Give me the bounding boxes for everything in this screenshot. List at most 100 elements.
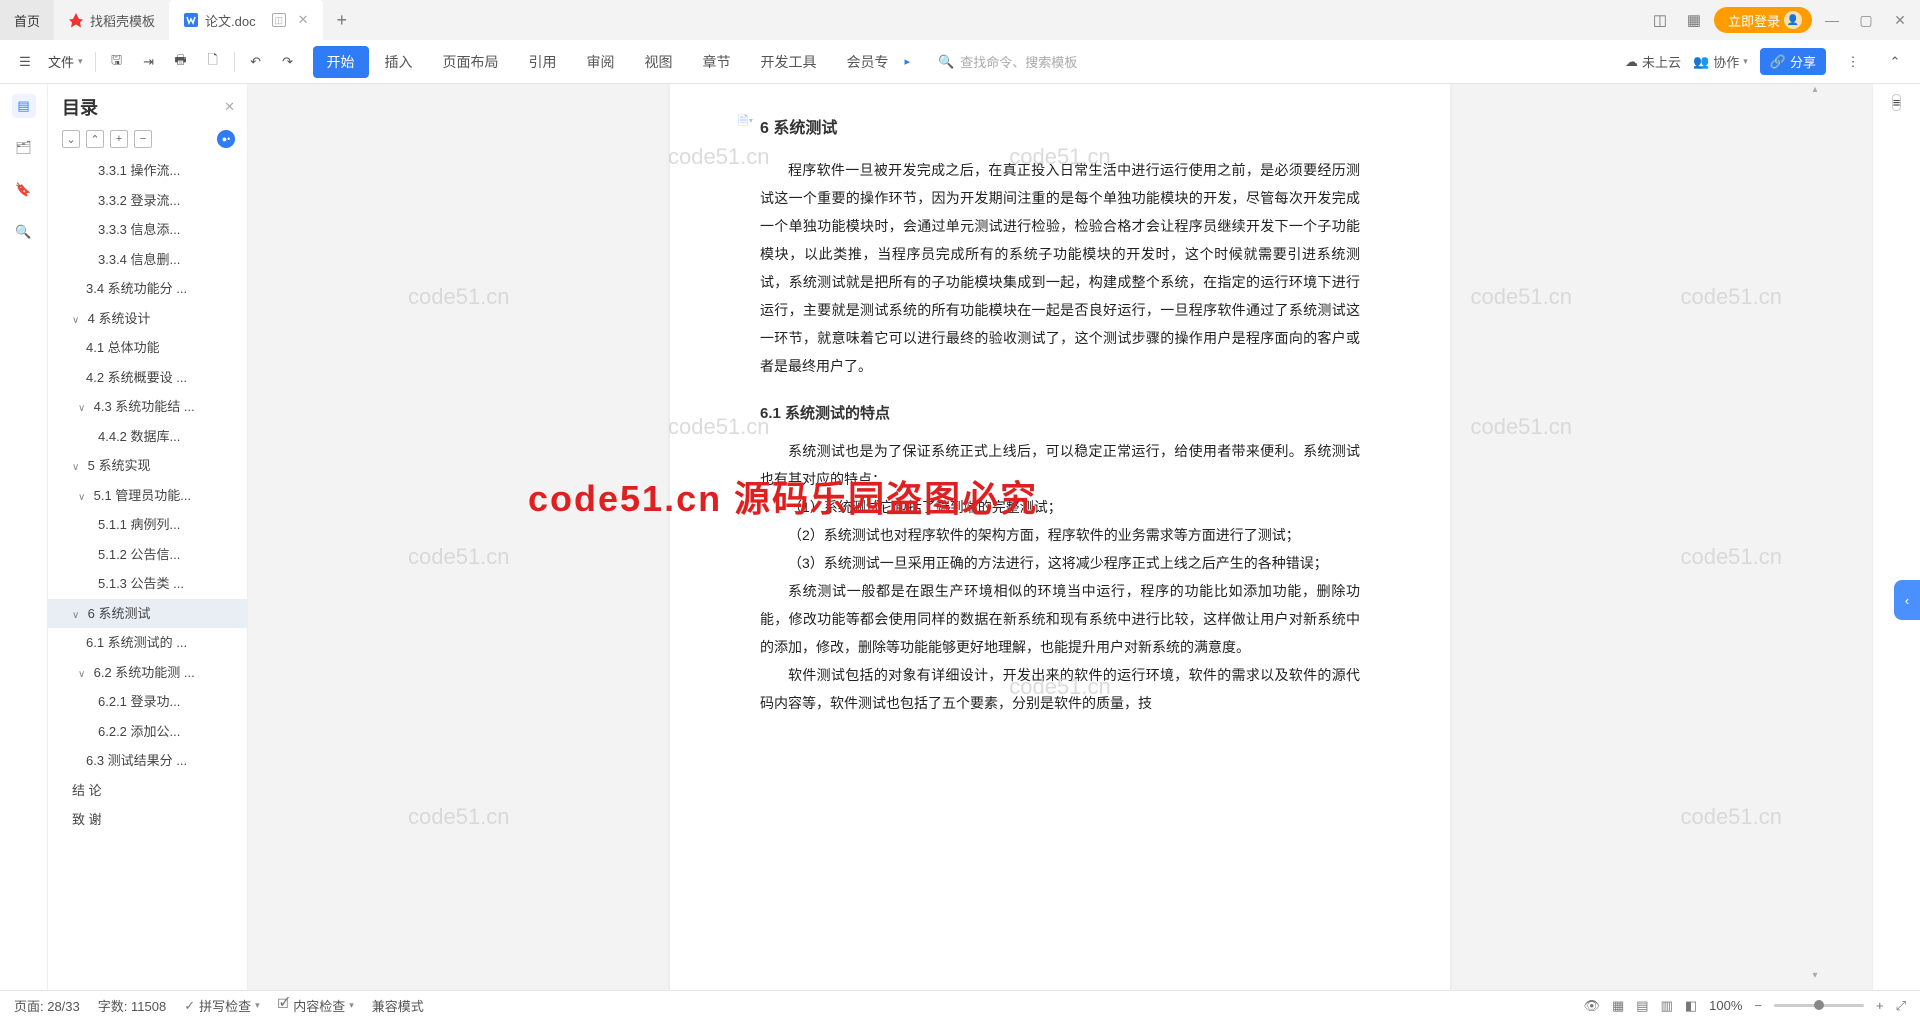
outline-view-icon[interactable]: ▥ — [1661, 998, 1673, 1014]
edge-expand-icon[interactable]: ‹ — [1894, 580, 1920, 620]
clipboard-icon[interactable]: 🗂 — [12, 136, 36, 160]
collapse-all-icon[interactable]: ⌄ — [62, 130, 80, 148]
tab-devtools[interactable]: 开发工具 — [747, 46, 831, 78]
spellcheck-label: 拼写检查 — [199, 996, 251, 1015]
tab-layout[interactable]: 页面布局 — [429, 46, 513, 78]
content-check-button[interactable]: 🗹内容检查▾ — [278, 995, 354, 1017]
search-placeholder: 查找命令、搜索模板 — [960, 52, 1077, 71]
reading-view-icon[interactable]: 👁 — [1583, 998, 1600, 1014]
outline-item[interactable]: ∨ 4 系统设计 — [48, 304, 247, 334]
outline-item[interactable]: 3.3.4 信息删... — [48, 245, 247, 275]
word-count[interactable]: 字数: 11508 — [98, 996, 166, 1015]
collab-button[interactable]: 👥协作▾ — [1693, 52, 1748, 71]
outline-item[interactable]: 致 谢 — [48, 805, 247, 835]
tab-member[interactable]: 会员专 — [833, 46, 903, 78]
login-button[interactable]: 立即登录 👤 — [1714, 7, 1812, 33]
close-window-icon[interactable]: ✕ — [1886, 6, 1914, 34]
outline-item[interactable]: 3.3.1 操作流... — [48, 156, 247, 186]
outline-item[interactable]: ∨ 6.2 系统功能测 ... — [48, 658, 247, 688]
apps-icon[interactable]: ▦ — [1680, 6, 1708, 34]
paragraph: 系统测试一般都是在跟生产环境相似的环境当中运行，程序的功能比如添加功能，删除功能… — [760, 577, 1360, 661]
outline-title: 目录 — [62, 94, 98, 120]
remove-heading-icon[interactable]: − — [134, 130, 152, 148]
cloud-button[interactable]: ☁未上云 — [1625, 52, 1681, 71]
search-input[interactable]: 🔍 查找命令、搜索模板 — [928, 49, 1087, 74]
spellcheck-button[interactable]: ✓拼写检查▾ — [184, 996, 259, 1015]
outline-icon[interactable]: ▤ — [12, 94, 36, 118]
zoom-in-icon[interactable]: + — [1876, 998, 1884, 1013]
expand-all-icon[interactable]: ⌃ — [86, 130, 104, 148]
compat-mode[interactable]: 兼容模式 — [372, 996, 424, 1015]
tab-home[interactable]: 首页 — [0, 0, 54, 40]
outline-item[interactable]: ∨ 6 系统测试 — [48, 599, 247, 629]
split-view-icon[interactable]: ◫ — [272, 13, 286, 27]
layout-icon[interactable]: ◫ — [1646, 6, 1674, 34]
outline-item[interactable]: 5.1.2 公告信... — [48, 540, 247, 570]
tab-chapter[interactable]: 章节 — [689, 46, 745, 78]
outline-item[interactable]: ∨ 5 系统实现 — [48, 451, 247, 481]
outline-item[interactable]: 6.2.1 登录功... — [48, 687, 247, 717]
paragraph-marker-icon[interactable]: 🗎▾ — [738, 112, 753, 134]
search-icon: 🔍 — [938, 54, 954, 70]
share-button[interactable]: 🔗分享 — [1760, 48, 1826, 75]
redo-icon[interactable]: ↷ — [273, 47, 303, 77]
find-icon[interactable]: 🔍 — [12, 220, 36, 244]
outline-item[interactable]: 4.1 总体功能 — [48, 333, 247, 363]
document-area[interactable]: 🗎▾ 6 系统测试 程序软件一旦被开发完成之后，在真正投入日常生活中进行运行使用… — [248, 84, 1872, 990]
preview-icon[interactable]: 🗋 — [198, 47, 228, 77]
tab-template[interactable]: 找稻壳模板 — [54, 0, 169, 40]
outline-list[interactable]: 3.3.1 操作流...3.3.2 登录流...3.3.3 信息添...3.3.… — [48, 156, 247, 990]
file-button[interactable]: 文件▾ — [42, 52, 89, 71]
outline-item[interactable]: 结 论 — [48, 776, 247, 806]
minimize-icon[interactable]: — — [1818, 6, 1846, 34]
help-icon[interactable]: ●• — [217, 130, 235, 148]
content-check-icon: 🗹 — [278, 995, 290, 1017]
zoom-out-icon[interactable]: − — [1754, 998, 1762, 1013]
tab-document[interactable]: 论文.doc ◫ ✕ — [169, 0, 322, 40]
save-icon[interactable]: 🖫 — [102, 47, 132, 77]
collab-icon: 👥 — [1693, 54, 1709, 70]
fit-page-icon[interactable]: ⤢ — [1896, 998, 1906, 1014]
outline-item[interactable]: 3.4 系统功能分 ... — [48, 274, 247, 304]
add-heading-icon[interactable]: + — [110, 130, 128, 148]
export-icon[interactable]: ⇥ — [134, 47, 164, 77]
file-label: 文件 — [48, 52, 74, 71]
print-icon[interactable]: 🖶 — [166, 47, 196, 77]
draft-view-icon[interactable]: ◧ — [1685, 998, 1697, 1014]
undo-icon[interactable]: ↶ — [241, 47, 271, 77]
tab-insert[interactable]: 插入 — [371, 46, 427, 78]
outline-item[interactable]: 3.3.3 信息添... — [48, 215, 247, 245]
maximize-icon[interactable]: ▢ — [1852, 6, 1880, 34]
outline-item[interactable]: 6.3 测试结果分 ... — [48, 746, 247, 776]
watermark: code51.cn — [408, 284, 510, 310]
bookmark-icon[interactable]: 🔖 — [12, 178, 36, 202]
page-indicator[interactable]: 页面: 28/33 — [14, 996, 80, 1015]
settings-panel-icon[interactable]: ≡ — [1892, 94, 1902, 111]
menu-icon[interactable]: ☰ — [10, 47, 40, 77]
more-icon[interactable]: ⋮ — [1838, 47, 1868, 77]
outline-item[interactable]: ∨ 4.3 系统功能结 ... — [48, 392, 247, 422]
collapse-ribbon-icon[interactable]: ⌃ — [1880, 47, 1910, 77]
tab-reference[interactable]: 引用 — [515, 46, 571, 78]
tab-add-button[interactable]: + — [323, 10, 362, 31]
outline-item[interactable]: 4.4.2 数据库... — [48, 422, 247, 452]
outline-item[interactable]: 4.2 系统概要设 ... — [48, 363, 247, 393]
watermark: code51.cn — [408, 804, 510, 830]
outline-item[interactable]: 3.3.2 登录流... — [48, 186, 247, 216]
tab-doc-label: 论文.doc — [205, 11, 256, 30]
outline-item[interactable]: 5.1.3 公告类 ... — [48, 569, 247, 599]
print-layout-icon[interactable]: ▦ — [1612, 998, 1624, 1014]
scrollbar[interactable]: ▴▾ — [1808, 84, 1822, 990]
web-layout-icon[interactable]: ▤ — [1636, 998, 1648, 1014]
outline-item[interactable]: 5.1.1 病例列... — [48, 510, 247, 540]
zoom-slider[interactable] — [1774, 1004, 1864, 1007]
tab-start[interactable]: 开始 — [313, 46, 369, 78]
tab-close-icon[interactable]: ✕ — [298, 12, 309, 28]
outline-item[interactable]: ∨ 5.1 管理员功能... — [48, 481, 247, 511]
panel-close-icon[interactable]: ✕ — [224, 99, 235, 115]
zoom-level[interactable]: 100% — [1709, 998, 1742, 1013]
tab-review[interactable]: 审阅 — [573, 46, 629, 78]
outline-item[interactable]: 6.2.2 添加公... — [48, 717, 247, 747]
outline-item[interactable]: 6.1 系统测试的 ... — [48, 628, 247, 658]
tab-view[interactable]: 视图 — [631, 46, 687, 78]
